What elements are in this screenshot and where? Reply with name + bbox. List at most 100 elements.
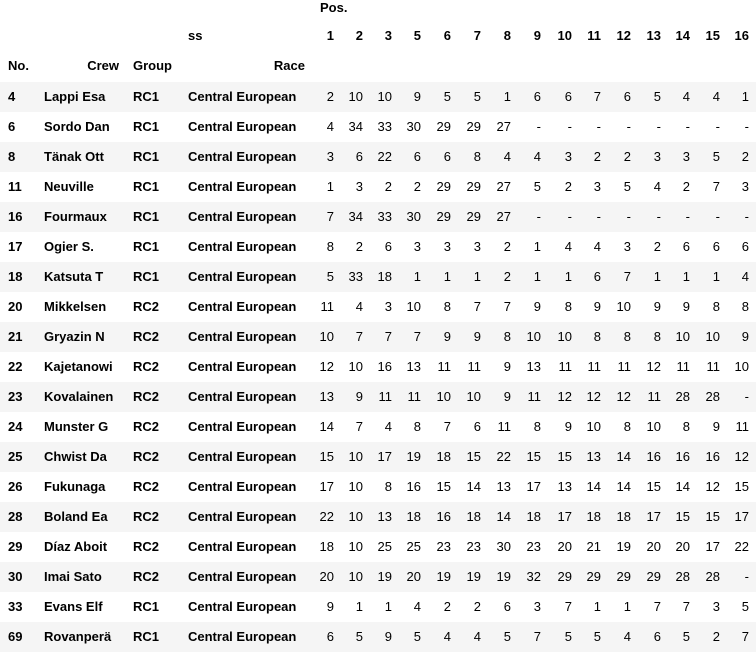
- cell-no: 16: [8, 209, 23, 224]
- cell-pos: 9: [473, 329, 481, 344]
- cell-pos: 1: [533, 239, 541, 254]
- cell-no: 69: [8, 629, 23, 644]
- cell-pos: 4: [564, 239, 572, 254]
- cell-race: Central European: [188, 179, 297, 194]
- cell-pos: 7: [623, 269, 631, 284]
- cell-pos: 11: [467, 359, 482, 374]
- cell-pos: 8: [473, 149, 481, 164]
- cell-race: Central European: [188, 599, 297, 614]
- cell-pos: 2: [443, 599, 451, 614]
- cell-pos: 29: [466, 209, 481, 224]
- cell-pos: 14: [616, 479, 631, 494]
- table-row: 16 Fourmaux RC1 Central European 7 34 33 30 29 29…: [0, 202, 756, 232]
- cell-pos: 8: [653, 329, 661, 344]
- cell-pos: 9: [564, 419, 572, 434]
- cell-group: RC2: [133, 299, 160, 314]
- cell-no: 8: [8, 149, 16, 164]
- cell-pos: 3: [355, 179, 363, 194]
- cell-pos: 21: [586, 539, 601, 554]
- cell-pos: 2: [741, 149, 749, 164]
- cell-pos: -: [626, 119, 631, 134]
- cell-pos: 29: [436, 209, 451, 224]
- cell-pos: 3: [682, 149, 690, 164]
- cell-group: RC1: [133, 629, 160, 644]
- cell-pos: 8: [623, 419, 631, 434]
- cell-crew: Katsuta T: [44, 269, 104, 284]
- cell-pos: 10: [348, 569, 363, 584]
- cell-pos: 16: [436, 509, 451, 524]
- cell-pos: 6: [473, 419, 481, 434]
- cell-pos: 20: [406, 569, 421, 584]
- cell-pos: 10: [406, 299, 421, 314]
- cell-pos: 10: [377, 89, 392, 104]
- cell-pos: -: [715, 119, 720, 134]
- cell-pos: 4: [473, 629, 481, 644]
- cell-pos: 9: [593, 299, 601, 314]
- cell-pos: 14: [586, 479, 601, 494]
- cell-pos: 17: [734, 509, 749, 524]
- table-row: 17 Ogier S. RC1 Central European 8 2 6 3 3 3 2 1 4 4 3…: [0, 232, 756, 262]
- cell-pos: 14: [616, 449, 631, 464]
- cell-pos: 16: [406, 479, 421, 494]
- cell-pos: -: [596, 209, 601, 224]
- cell-no: 6: [8, 119, 16, 134]
- cell-crew: Munster G: [44, 419, 109, 434]
- cell-pos: 18: [319, 539, 334, 554]
- cell-pos: 1: [533, 269, 541, 284]
- cell-pos: 30: [406, 119, 421, 134]
- cell-pos: 1: [413, 269, 421, 284]
- cell-pos: 5: [564, 629, 572, 644]
- cell-crew: Neuville: [44, 179, 94, 194]
- cell-pos: 7: [593, 89, 601, 104]
- cell-pos: 5: [443, 89, 451, 104]
- cell-pos: 8: [682, 419, 690, 434]
- cell-pos: 8: [593, 329, 601, 344]
- cell-pos: -: [715, 209, 720, 224]
- cell-pos: 22: [319, 509, 334, 524]
- stage-header: 14: [675, 28, 690, 43]
- cell-pos: -: [567, 119, 572, 134]
- cell-race: Central European: [188, 299, 297, 314]
- table-row: 11 Neuville RC1 Central European 1 3 2 2 29 29 27 5…: [0, 172, 756, 202]
- cell-pos: 8: [503, 329, 511, 344]
- group-column-header: Group: [133, 58, 172, 73]
- cell-pos: 7: [653, 599, 661, 614]
- cell-race: Central European: [188, 89, 297, 104]
- cell-no: 30: [8, 569, 23, 584]
- cell-pos: 9: [503, 359, 511, 374]
- cell-pos: 1: [326, 179, 334, 194]
- cell-pos: 1: [384, 599, 392, 614]
- cell-pos: 6: [712, 239, 720, 254]
- cell-pos: 6: [653, 629, 661, 644]
- cell-race: Central European: [188, 209, 297, 224]
- cell-pos: 9: [326, 599, 334, 614]
- cell-pos: 4: [682, 89, 690, 104]
- cell-pos: 9: [682, 299, 690, 314]
- cell-pos: 13: [319, 389, 334, 404]
- table-row: 6 Sordo Dan RC1 Central European 4 34 33 30 29 29…: [0, 112, 756, 142]
- cell-pos: 8: [413, 419, 421, 434]
- cell-pos: 27: [496, 179, 511, 194]
- cell-pos: 9: [533, 299, 541, 314]
- cell-pos: 6: [741, 239, 749, 254]
- cell-pos: 13: [586, 449, 601, 464]
- cell-crew: Tänak Ott: [44, 149, 104, 164]
- cell-pos: 14: [466, 479, 481, 494]
- cell-pos: 28: [705, 569, 720, 584]
- cell-pos: 3: [623, 239, 631, 254]
- cell-pos: 33: [377, 209, 392, 224]
- cell-pos: 2: [503, 269, 511, 284]
- cell-crew: Fukunaga: [44, 479, 106, 494]
- race-column-header: Race: [273, 58, 305, 73]
- cell-pos: 1: [473, 269, 481, 284]
- cell-pos: 1: [623, 599, 631, 614]
- table-row: 22 Kajetanowi RC2 Central European 12 10 16 13 1…: [0, 352, 756, 382]
- table-row: 20 Mikkelsen RC2 Central European 11 4 3 10 8 7 7 9…: [0, 292, 756, 322]
- cell-pos: 12: [646, 359, 661, 374]
- cell-pos: 9: [413, 89, 421, 104]
- cell-crew: Fourmaux: [44, 209, 107, 224]
- cell-pos: 6: [682, 239, 690, 254]
- table-row: 21 Gryazin N RC2 Central European 10 7 7 7 9 9 8 10…: [0, 322, 756, 352]
- cell-pos: 7: [682, 599, 690, 614]
- cell-pos: 18: [406, 509, 421, 524]
